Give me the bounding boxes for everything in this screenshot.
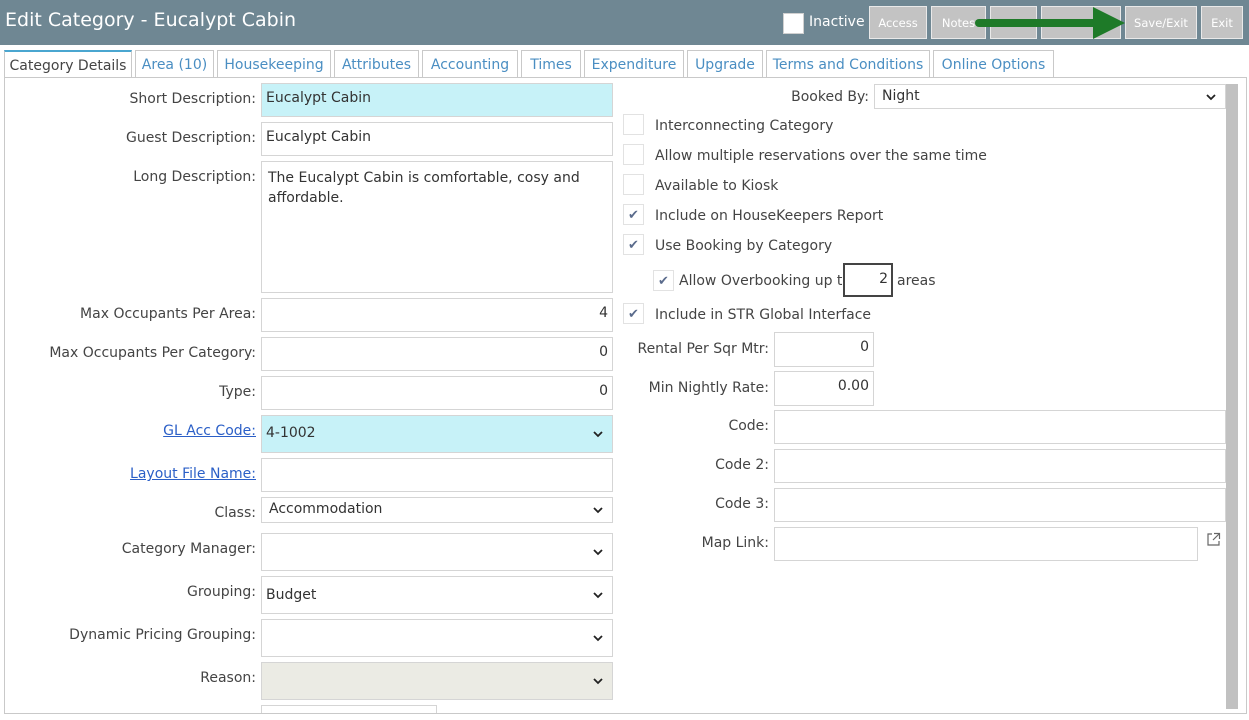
partial-field-below[interactable] bbox=[261, 705, 437, 713]
tab-online-options[interactable]: Online Options bbox=[933, 50, 1054, 78]
tab-attributes[interactable]: Attributes bbox=[334, 50, 419, 78]
access-button[interactable]: Access bbox=[869, 6, 927, 39]
chevron-down-icon bbox=[1206, 93, 1216, 100]
gl-acc-code-link[interactable]: GL Acc Code: bbox=[0, 423, 256, 439]
min-nightly-rate-label: Min Nightly Rate: bbox=[648, 380, 769, 396]
tab-expenditure[interactable]: Expenditure bbox=[584, 50, 684, 78]
allow-overbooking-label: Allow Overbooking up to bbox=[679, 273, 851, 289]
type-input[interactable]: 0 bbox=[261, 376, 613, 410]
use-booking-by-category-checkbox[interactable]: ✔ bbox=[623, 234, 644, 255]
overbooking-areas-input[interactable]: 2 bbox=[843, 263, 893, 297]
chevron-down-icon bbox=[593, 592, 603, 599]
chevron-down-icon bbox=[593, 431, 603, 438]
interconnecting-category-label: Interconnecting Category bbox=[655, 118, 834, 134]
min-nightly-rate-input[interactable]: 0.00 bbox=[774, 371, 874, 406]
class-label: Class: bbox=[214, 505, 256, 521]
allow-multiple-reservations-label: Allow multiple reservations over the sam… bbox=[655, 148, 987, 164]
reason-label: Reason: bbox=[200, 670, 256, 686]
tab-terms-and-conditions[interactable]: Terms and Conditions bbox=[766, 50, 930, 78]
grouping-value: Budget bbox=[266, 587, 317, 603]
chevron-down-icon bbox=[593, 635, 603, 642]
check-icon: ✔ bbox=[628, 238, 639, 253]
code-label: Code: bbox=[728, 418, 769, 434]
chevron-down-icon bbox=[593, 507, 603, 514]
tab-area[interactable]: Area (10) bbox=[135, 50, 214, 78]
code3-label: Code 3: bbox=[715, 496, 769, 512]
short-description-input[interactable]: Eucalypt Cabin bbox=[261, 83, 613, 117]
check-icon: ✔ bbox=[628, 307, 639, 322]
max-occupants-category-label: Max Occupants Per Category: bbox=[49, 345, 256, 361]
map-link-label: Map Link: bbox=[701, 535, 769, 551]
code-input[interactable] bbox=[774, 410, 1226, 444]
tab-housekeeping[interactable]: Housekeeping bbox=[217, 50, 331, 78]
chevron-down-icon bbox=[593, 678, 603, 685]
max-occupants-category-input[interactable]: 0 bbox=[261, 337, 613, 371]
header-bar: Edit Category - Eucalypt Cabin Inactive … bbox=[0, 0, 1249, 45]
use-booking-by-category-label: Use Booking by Category bbox=[655, 238, 833, 254]
allow-overbooking-checkbox[interactable]: ✔ bbox=[653, 270, 674, 291]
gl-acc-code-select[interactable]: 4-1002 bbox=[261, 415, 613, 453]
tab-times[interactable]: Times bbox=[521, 50, 581, 78]
category-manager-select[interactable] bbox=[261, 533, 613, 571]
type-label: Type: bbox=[219, 384, 256, 400]
tab-category-details[interactable]: Category Details bbox=[4, 50, 132, 79]
layout-file-name-input[interactable] bbox=[261, 458, 613, 492]
guest-description-input[interactable]: Eucalypt Cabin bbox=[261, 122, 613, 156]
check-icon: ✔ bbox=[628, 208, 639, 223]
available-to-kiosk-checkbox[interactable] bbox=[623, 174, 644, 195]
page-title: Edit Category - Eucalypt Cabin bbox=[5, 9, 297, 31]
check-icon: ✔ bbox=[658, 274, 669, 289]
short-description-label: Short Description: bbox=[129, 91, 256, 107]
external-link-icon[interactable] bbox=[1206, 532, 1221, 547]
include-str-global-checkbox[interactable]: ✔ bbox=[623, 303, 644, 324]
code2-label: Code 2: bbox=[715, 457, 769, 473]
tab-bar: Category Details Area (10) Housekeeping … bbox=[4, 50, 1247, 79]
include-str-global-label: Include in STR Global Interface bbox=[655, 307, 872, 323]
guest-description-label: Guest Description: bbox=[125, 130, 256, 146]
chevron-down-icon bbox=[593, 549, 603, 556]
save-exit-button[interactable]: Save/Exit bbox=[1125, 6, 1197, 39]
include-housekeepers-report-checkbox[interactable]: ✔ bbox=[623, 204, 644, 225]
max-occupants-area-label: Max Occupants Per Area: bbox=[80, 306, 256, 322]
exit-button[interactable]: Exit bbox=[1201, 6, 1243, 39]
available-to-kiosk-label: Available to Kiosk bbox=[655, 178, 779, 194]
include-housekeepers-report-label: Include on HouseKeepers Report bbox=[655, 208, 884, 224]
gl-acc-code-value: 4-1002 bbox=[266, 425, 316, 441]
booked-by-value: Night bbox=[882, 88, 920, 104]
booked-by-select[interactable]: Night bbox=[874, 84, 1226, 109]
booked-by-label: Booked By: bbox=[791, 89, 869, 105]
max-occupants-area-input[interactable]: 4 bbox=[261, 298, 613, 332]
tab-upgrade[interactable]: Upgrade bbox=[687, 50, 763, 78]
overbooking-areas-suffix: areas bbox=[897, 273, 936, 289]
rental-per-sqm-label: Rental Per Sqr Mtr: bbox=[637, 341, 769, 357]
inactive-label: Inactive bbox=[809, 14, 865, 30]
interconnecting-category-checkbox[interactable] bbox=[623, 114, 644, 135]
green-arrow-annotation bbox=[975, 7, 1125, 39]
layout-file-name-link[interactable]: Layout File Name: bbox=[0, 466, 256, 482]
class-value: Accommodation bbox=[269, 501, 383, 517]
grouping-label: Grouping: bbox=[187, 584, 256, 600]
allow-multiple-reservations-checkbox[interactable] bbox=[623, 144, 644, 165]
reason-select[interactable] bbox=[261, 662, 613, 700]
category-manager-label: Category Manager: bbox=[121, 541, 256, 557]
dynamic-pricing-grouping-select[interactable] bbox=[261, 619, 613, 657]
inactive-checkbox[interactable] bbox=[783, 13, 804, 34]
class-select[interactable]: Accommodation bbox=[261, 497, 613, 523]
grouping-select[interactable]: Budget bbox=[261, 576, 613, 614]
code2-input[interactable] bbox=[774, 449, 1226, 483]
dynamic-pricing-grouping-label: Dynamic Pricing Grouping: bbox=[69, 627, 256, 643]
long-description-label: Long Description: bbox=[133, 169, 256, 185]
long-description-textarea[interactable]: The Eucalypt Cabin is comfortable, cosy … bbox=[261, 161, 613, 293]
code3-input[interactable] bbox=[774, 488, 1226, 522]
rental-per-sqm-input[interactable]: 0 bbox=[774, 332, 874, 367]
tab-accounting[interactable]: Accounting bbox=[422, 50, 518, 78]
map-link-input[interactable] bbox=[774, 527, 1198, 561]
vertical-scrollbar[interactable] bbox=[1226, 84, 1238, 709]
